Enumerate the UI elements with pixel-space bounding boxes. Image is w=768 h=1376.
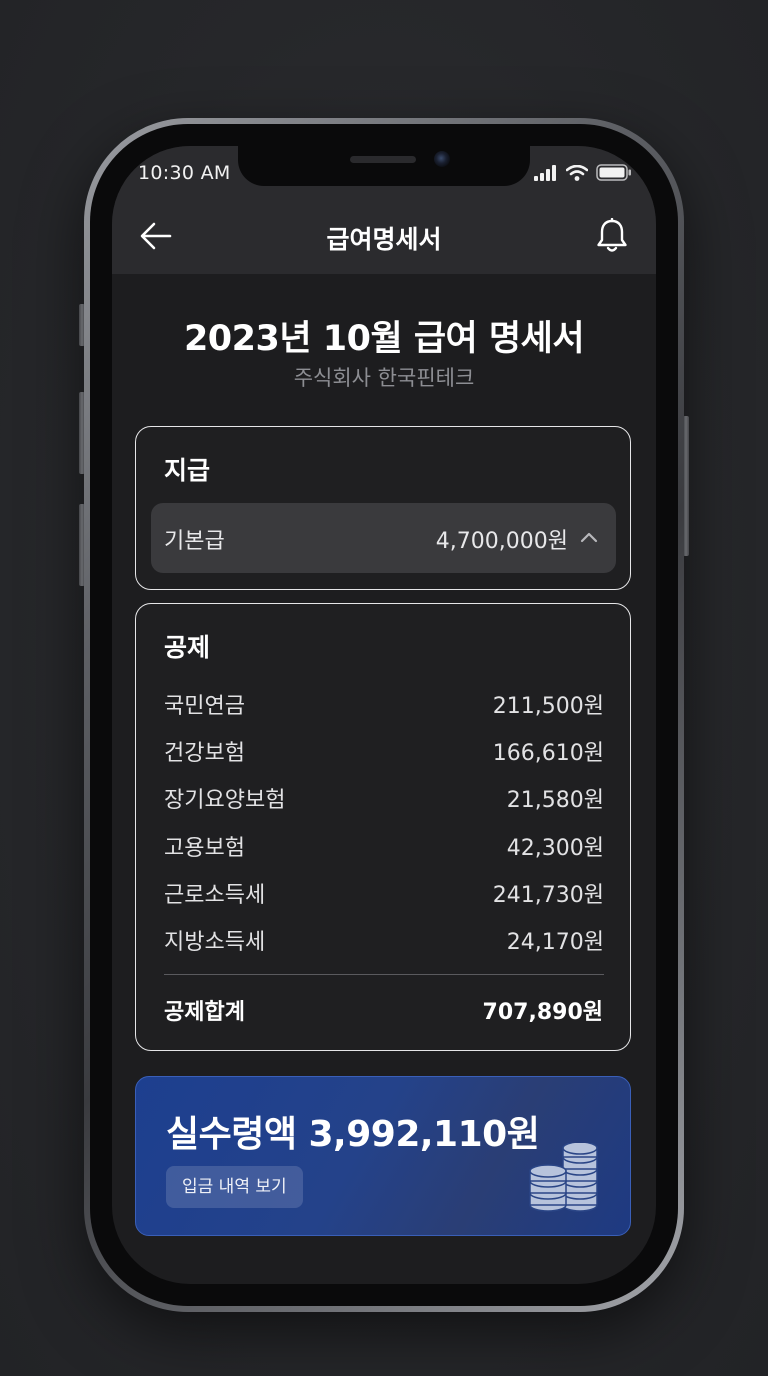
scene-background: 10:30 AM 급여명세서 2023년 10월 급여 명세서 주식회사 한국핀… xyxy=(0,0,768,1376)
status-bar: 10:30 AM xyxy=(112,146,656,202)
deduction-label: 장기요양보험 xyxy=(164,788,286,814)
deduction-label: 국민연금 xyxy=(164,694,245,719)
net-pay-amount: 실수령액 3,992,110원 xyxy=(166,1114,540,1155)
battery-icon xyxy=(596,164,632,185)
base-salary-row[interactable]: 기본급 4,700,000원 xyxy=(151,503,616,573)
coins-icon xyxy=(528,1141,602,1213)
chevron-up-icon xyxy=(578,527,600,549)
notification-button[interactable] xyxy=(592,217,632,258)
deduction-amount: 42,300원 xyxy=(506,835,604,861)
net-pay-card: 실수령액 3,992,110원 입금 내역 보기 xyxy=(135,1076,631,1236)
front-camera xyxy=(434,151,450,167)
deduction-label: 건강보험 xyxy=(164,741,245,767)
payment-section-title: 지급 xyxy=(164,456,211,485)
deduction-amount: 166,610원 xyxy=(492,741,604,767)
deductions-section-title: 공제 xyxy=(164,633,211,662)
deduction-row: 건강보험 166,610원 xyxy=(164,735,604,782)
app-header: 급여명세서 xyxy=(112,202,656,274)
base-salary-label: 기본급 xyxy=(164,529,225,554)
bell-icon xyxy=(596,217,628,258)
deduction-amount: 211,500원 xyxy=(492,694,604,719)
deduction-label: 고용보험 xyxy=(164,835,245,861)
deduction-amount: 241,730원 xyxy=(492,882,604,908)
deduction-row: 근로소득세 241,730원 xyxy=(164,877,604,924)
deductions-total-amount: 707,890원 xyxy=(482,1000,603,1025)
payment-card: 지급 기본급 4,700,000원 xyxy=(135,426,631,590)
deductions-divider xyxy=(164,974,604,975)
deductions-card: 공제 국민연금 211,500원 건강보험 166,610원 장기요양보험 21… xyxy=(135,603,631,1051)
deduction-row: 지방소득세 24,170원 xyxy=(164,924,604,971)
deduction-label: 지방소득세 xyxy=(164,929,266,955)
deductions-list: 국민연금 211,500원 건강보험 166,610원 장기요양보험 21,58… xyxy=(164,688,604,971)
company-name: 주식회사 한국핀테크 xyxy=(293,366,475,390)
deduction-row: 장기요양보험 21,580원 xyxy=(164,782,604,829)
document-title: 2023년 10월 급여 명세서 xyxy=(183,319,585,359)
phone-screen: 10:30 AM 급여명세서 2023년 10월 급여 명세서 주식회사 한국핀… xyxy=(112,146,656,1284)
deduction-row: 고용보험 42,300원 xyxy=(164,830,604,877)
wifi-icon xyxy=(565,164,589,185)
deduction-label: 근로소득세 xyxy=(164,882,266,908)
signal-icon xyxy=(534,164,558,185)
notch xyxy=(238,146,530,186)
base-salary-amount: 4,700,000원 xyxy=(435,529,568,554)
deductions-total-label: 공제합계 xyxy=(164,1000,245,1025)
deposit-history-button[interactable]: 입금 내역 보기 xyxy=(166,1166,303,1208)
status-icons xyxy=(534,164,632,185)
header-title: 급여명세서 xyxy=(326,225,442,254)
earpiece-speaker xyxy=(350,156,416,163)
status-time: 10:30 AM xyxy=(138,162,231,184)
deduction-amount: 21,580원 xyxy=(506,788,604,814)
deduction-row: 국민연금 211,500원 xyxy=(164,688,604,735)
deduction-amount: 24,170원 xyxy=(506,929,604,955)
